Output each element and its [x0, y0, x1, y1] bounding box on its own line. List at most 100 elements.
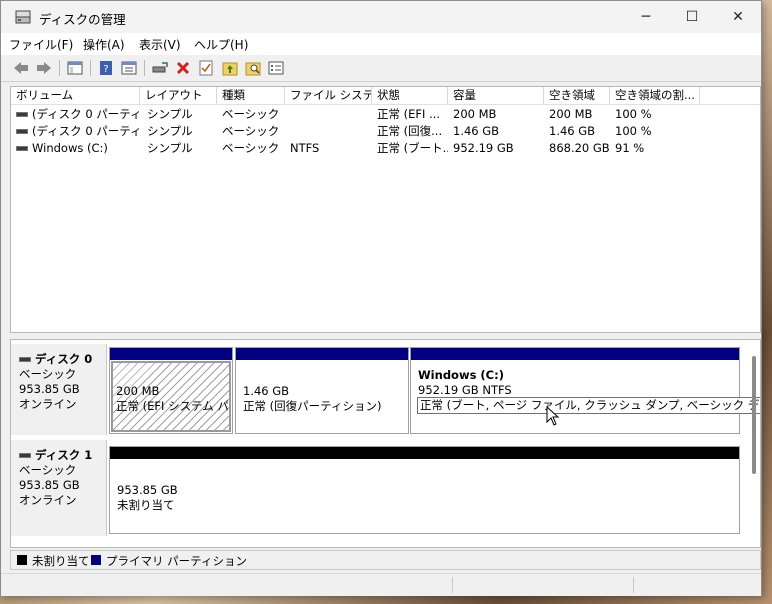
volume-capacity: 200 MB [453, 107, 497, 121]
partition-size: 953.85 GB [117, 483, 178, 497]
status-bar-divider [633, 577, 634, 593]
volume-name-cell: (ディスク 0 パーティシ... [11, 123, 140, 140]
volume-list: ボリューム レイアウト 種類 ファイル システム 状態 容量 空き領域 空き領域… [10, 86, 761, 333]
volume-file-system: NTFS [290, 141, 320, 155]
disk-1-name-row: ディスク 1 [19, 448, 106, 463]
title-bar: ディスクの管理 ─ ☐ ✕ [1, 1, 761, 33]
disk-0-name-row: ディスク 0 [19, 352, 106, 367]
volume-name: (ディスク 0 パーティシ... [32, 124, 140, 138]
menu-bar: ファイル(F) 操作(A) 表示(V) ヘルプ(H) [1, 33, 761, 56]
partition-size: 1.46 GB [243, 384, 290, 398]
volume-status: 正常 (ブート... [377, 141, 448, 155]
menu-help[interactable]: ヘルプ(H) [194, 36, 248, 53]
partition-status: 正常 (回復パーティション) [243, 399, 382, 413]
volume-name: (ディスク 0 パーティシ... [32, 107, 140, 121]
partition-efi[interactable]: 200 MB 正常 (EFI システム パーティション) [109, 347, 233, 434]
volume-free-space: 868.20 GB [549, 141, 610, 155]
column-header-layout[interactable]: レイアウト [140, 87, 217, 104]
legend-swatch-unallocated [17, 555, 27, 565]
minimize-button[interactable]: ─ [623, 1, 669, 33]
column-header-blank [700, 87, 760, 104]
volume-status: 正常 (回復... [377, 124, 443, 138]
svg-text:?: ? [103, 64, 108, 75]
toolbar-separator [90, 60, 91, 76]
disk-status: オンライン [19, 493, 77, 507]
volume-type: ベーシック [222, 141, 280, 155]
disk-management-app-icon [15, 10, 31, 24]
column-header-type[interactable]: 種類 [217, 87, 285, 104]
menu-view[interactable]: 表示(V) [139, 36, 181, 53]
volume-name-cell: (ディスク 0 パーティシ... [11, 106, 140, 123]
volume-type: ベーシック [222, 107, 280, 121]
toolbar: ? [1, 55, 761, 82]
help-icon[interactable]: ? [97, 59, 115, 77]
properties-icon[interactable] [120, 59, 138, 77]
show-hide-tree-icon[interactable] [66, 59, 84, 77]
close-button[interactable]: ✕ [715, 1, 761, 33]
partition-status: 未割り当て [117, 498, 175, 512]
disk-icon [19, 453, 31, 458]
volume-file-system [285, 106, 372, 123]
volume-status: 正常 (EFI ... [377, 107, 441, 121]
check-icon[interactable] [197, 59, 215, 77]
volume-row[interactable]: Windows (C:) シンプル ベーシック NTFS 正常 (ブート... … [11, 140, 760, 157]
partition-unallocated[interactable]: 953.85 GB 未割り当て [109, 446, 740, 534]
connect-disk-icon[interactable] [151, 59, 169, 77]
volume-free-space: 1.46 GB [549, 124, 596, 138]
drive-icon [16, 129, 28, 134]
disk-management-window: ディスクの管理 ─ ☐ ✕ ファイル(F) 操作(A) 表示(V) ヘルプ(H)… [0, 0, 762, 596]
delete-icon[interactable] [174, 59, 192, 77]
primary-partition-bar [236, 348, 408, 360]
back-icon[interactable] [12, 59, 30, 77]
disk-1-label[interactable]: ディスク 1 ベーシック 953.85 GB オンライン [11, 440, 107, 536]
column-header-status[interactable]: 状態 [372, 87, 448, 104]
column-header-percent-free[interactable]: 空き領域の割... [610, 87, 700, 104]
disk-size: 953.85 GB [19, 478, 80, 492]
disk-0-label[interactable]: ディスク 0 ベーシック 953.85 GB オンライン [11, 344, 107, 435]
disk-icon [19, 357, 31, 362]
partition-recovery[interactable]: 1.46 GB 正常 (回復パーティション) [235, 347, 409, 434]
disk-status: オンライン [19, 397, 77, 411]
volume-percent-free: 100 % [615, 124, 652, 138]
forward-icon[interactable] [35, 59, 53, 77]
legend-label-unallocated: 未割り当て [32, 554, 90, 568]
partition-status: 正常 (EFI システム パーティション) [116, 399, 228, 413]
legend: 未割り当て プライマリ パーティション [10, 550, 761, 570]
partition-title: Windows (C:) [418, 368, 504, 382]
volume-row[interactable]: (ディスク 0 パーティシ... シンプル ベーシック 正常 (回復... 1.… [11, 123, 760, 140]
volume-type: ベーシック [222, 124, 280, 138]
folder-up-icon[interactable] [221, 59, 239, 77]
vertical-scrollbar[interactable] [752, 356, 756, 474]
column-header-free-space[interactable]: 空き領域 [544, 87, 610, 104]
volume-layout: シンプル [147, 107, 193, 121]
legend-label-primary: プライマリ パーティション [106, 554, 247, 568]
menu-file[interactable]: ファイル(F) [9, 36, 73, 53]
toolbar-separator [59, 60, 60, 76]
settings-list-icon[interactable] [267, 59, 285, 77]
volume-capacity: 1.46 GB [453, 124, 500, 138]
partition-windows-c[interactable]: Windows (C:) 952.19 GB NTFS [410, 347, 740, 434]
column-header-capacity[interactable]: 容量 [448, 87, 544, 104]
drive-icon [16, 112, 28, 117]
disk-size: 953.85 GB [19, 382, 80, 396]
column-header-volume[interactable]: ボリューム [11, 87, 140, 104]
mouse-cursor-icon [546, 406, 560, 426]
volume-file-system [285, 123, 372, 140]
volume-free-space: 200 MB [549, 107, 593, 121]
legend-swatch-primary [91, 555, 101, 565]
disk-graphical-view: ディスク 0 ベーシック 953.85 GB オンライン 200 MB 正常 (… [10, 339, 761, 548]
volume-row[interactable]: (ディスク 0 パーティシ... シンプル ベーシック 正常 (EFI ... … [11, 106, 760, 123]
disk-name: ディスク 1 [35, 448, 93, 462]
status-bar-divider [452, 577, 453, 593]
menu-action[interactable]: 操作(A) [83, 36, 125, 53]
folder-search-icon[interactable] [244, 59, 262, 77]
drive-icon [16, 146, 28, 151]
disk-name: ディスク 0 [35, 352, 93, 366]
column-header-file-system[interactable]: ファイル システム [285, 87, 372, 104]
maximize-button[interactable]: ☐ [669, 1, 715, 33]
volume-percent-free: 100 % [615, 107, 652, 121]
partition-size: 952.19 GB NTFS [418, 383, 512, 397]
volume-name: Windows (C:) [32, 141, 108, 155]
unallocated-bar [110, 447, 739, 459]
primary-partition-bar [411, 348, 739, 360]
